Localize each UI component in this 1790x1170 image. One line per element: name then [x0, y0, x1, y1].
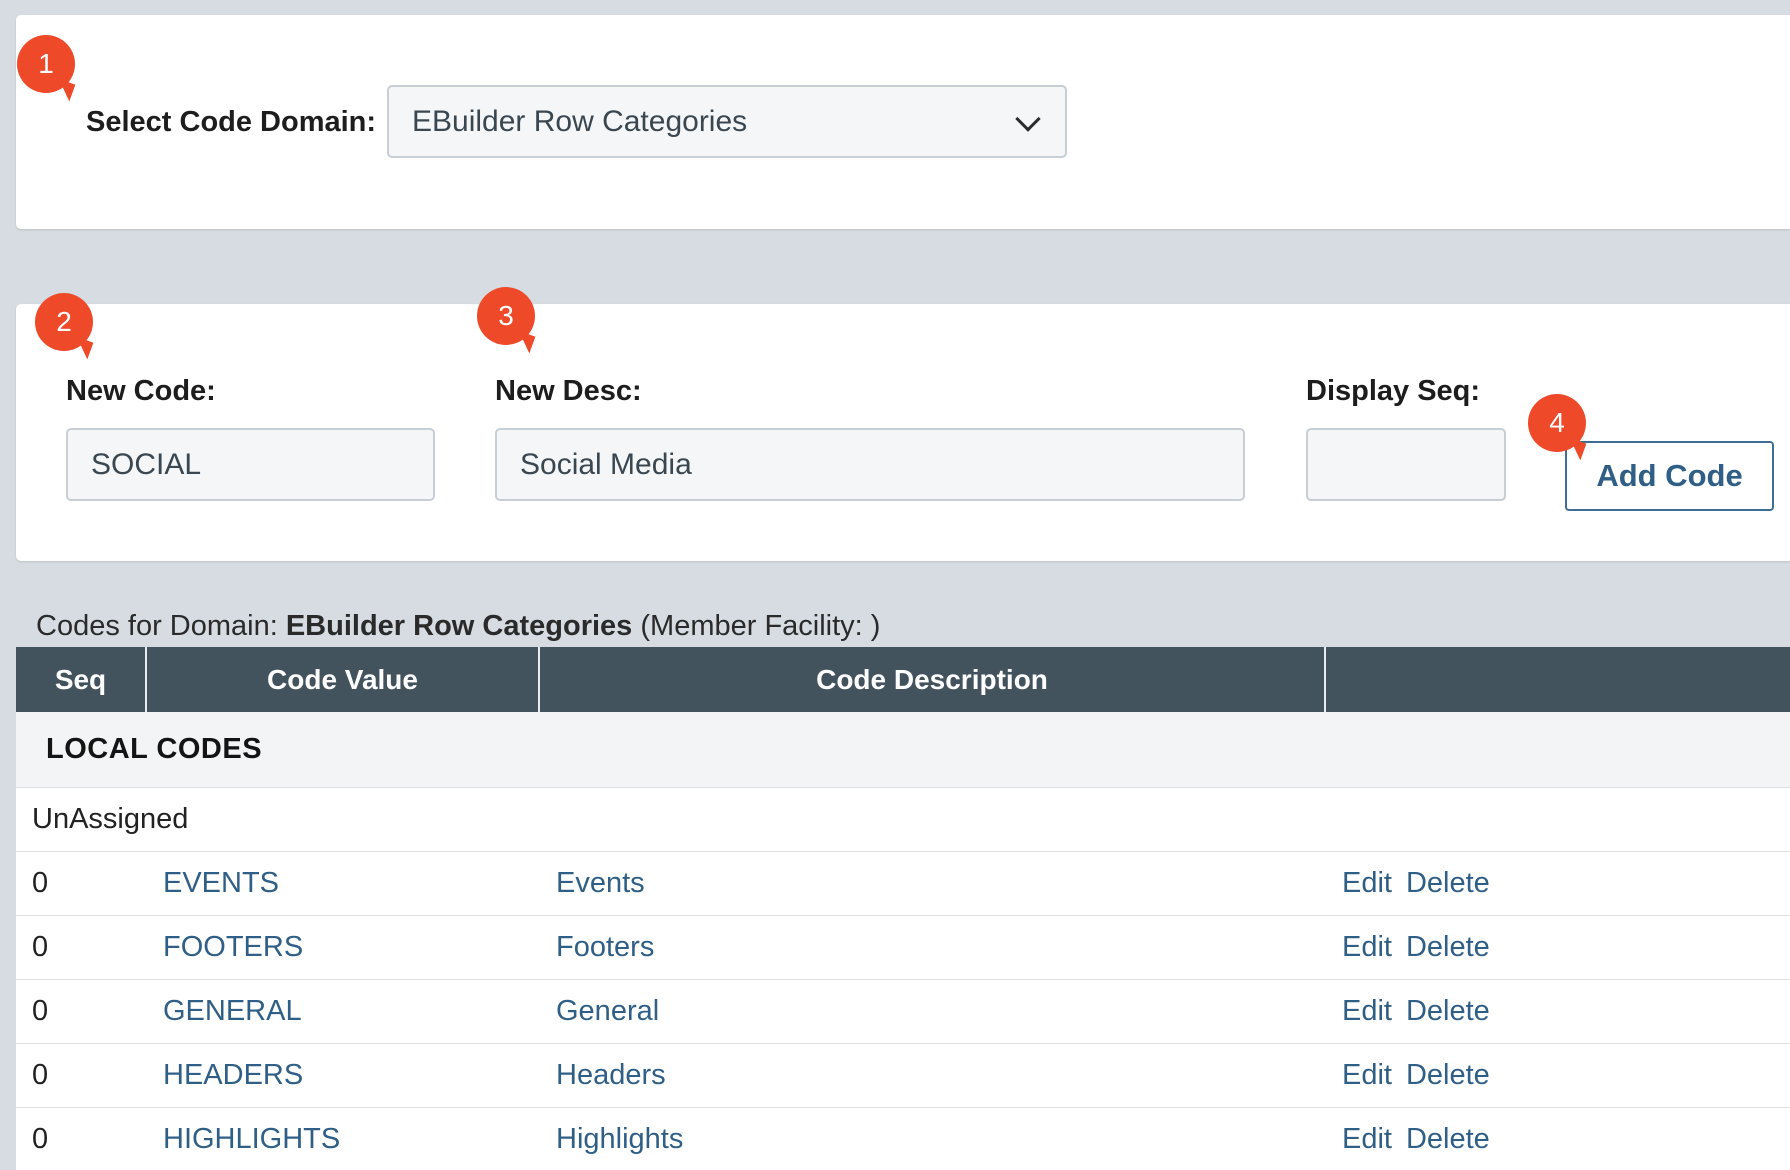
row-code-link[interactable]: HIGHLIGHTS	[147, 1123, 540, 1156]
row-desc-link[interactable]: Highlights	[540, 1123, 1326, 1156]
row-code-link[interactable]: EVENTS	[147, 867, 540, 900]
row-desc-link[interactable]: Headers	[540, 1059, 1326, 1092]
row-desc-link[interactable]: Footers	[540, 931, 1326, 964]
table-row: 0 HEADERS Headers Edit Delete	[16, 1044, 1790, 1108]
header-code-description: Code Description	[540, 647, 1326, 712]
new-desc-label: New Desc:	[495, 375, 642, 407]
table-row: 0 EVENTS Events Edit Delete	[16, 852, 1790, 916]
display-seq-label: Display Seq:	[1306, 375, 1481, 407]
edit-link[interactable]: Edit	[1342, 1123, 1392, 1155]
table-header: Seq Code Value Code Description	[16, 647, 1790, 712]
row-desc-link[interactable]: Events	[540, 867, 1326, 900]
table-row: 0 FOOTERS Footers Edit Delete	[16, 916, 1790, 980]
group-row-local-codes: LOCAL CODES	[16, 712, 1790, 788]
delete-link[interactable]: Delete	[1406, 1059, 1490, 1091]
delete-link[interactable]: Delete	[1406, 1123, 1490, 1155]
codes-table: Seq Code Value Code Description LOCAL CO…	[16, 647, 1790, 1170]
new-code-label: New Code:	[66, 375, 216, 407]
select-code-domain-label: Select Code Domain:	[86, 106, 377, 138]
step-badge-1: 1	[17, 35, 75, 93]
chevron-down-icon	[1015, 106, 1041, 132]
edit-link[interactable]: Edit	[1342, 867, 1392, 899]
table-row: 0 GENERAL General Edit Delete	[16, 980, 1790, 1044]
new-code-input-value: SOCIAL	[91, 447, 202, 481]
row-seq: 0	[32, 931, 49, 963]
row-code-link[interactable]: GENERAL	[147, 995, 540, 1028]
edit-link[interactable]: Edit	[1342, 1059, 1392, 1091]
row-seq: 0	[32, 1123, 49, 1155]
row-code-link[interactable]: HEADERS	[147, 1059, 540, 1092]
row-seq: 0	[32, 867, 49, 899]
row-desc-link[interactable]: General	[540, 995, 1326, 1028]
edit-link[interactable]: Edit	[1342, 995, 1392, 1027]
codes-caption: Codes for Domain: EBuilder Row Categorie…	[36, 610, 880, 643]
delete-link[interactable]: Delete	[1406, 867, 1490, 899]
delete-link[interactable]: Delete	[1406, 931, 1490, 963]
new-code-input[interactable]: SOCIAL	[66, 428, 435, 501]
caption-suffix: (Member Facility: )	[640, 610, 881, 642]
caption-domain: EBuilder Row Categories	[285, 610, 633, 642]
step-badge-2: 2	[35, 293, 93, 351]
edit-link[interactable]: Edit	[1342, 931, 1392, 963]
caption-prefix: Codes for Domain:	[36, 610, 278, 642]
delete-link[interactable]: Delete	[1406, 995, 1490, 1027]
sub-row-unassigned: UnAssigned	[16, 788, 1790, 852]
header-seq: Seq	[16, 647, 147, 712]
code-domain-select[interactable]: EBuilder Row Categories	[387, 85, 1067, 158]
new-desc-input[interactable]: Social Media	[495, 428, 1245, 501]
step-badge-3: 3	[477, 287, 535, 345]
header-code-value: Code Value	[147, 647, 540, 712]
code-domain-select-value: EBuilder Row Categories	[412, 104, 748, 138]
row-seq: 0	[32, 1059, 49, 1091]
step-badge-4: 4	[1528, 394, 1586, 452]
display-seq-input[interactable]	[1306, 428, 1506, 501]
row-seq: 0	[32, 995, 49, 1027]
add-code-button[interactable]: Add Code	[1565, 441, 1774, 511]
table-row: 0 HIGHLIGHTS Highlights Edit Delete	[16, 1108, 1790, 1170]
new-desc-input-value: Social Media	[520, 447, 692, 481]
row-code-link[interactable]: FOOTERS	[147, 931, 540, 964]
header-actions	[1326, 647, 1790, 712]
